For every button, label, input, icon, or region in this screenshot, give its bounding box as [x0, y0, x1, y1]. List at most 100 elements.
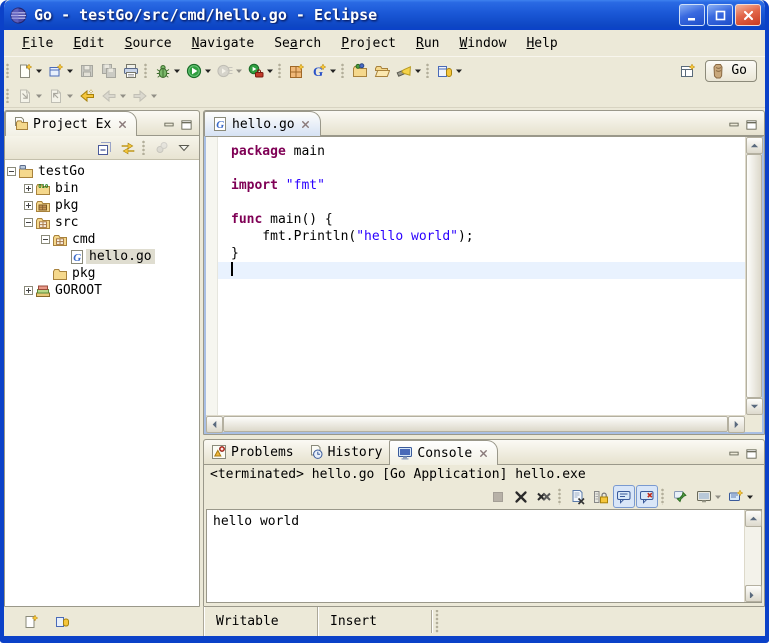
expander-minus-icon[interactable] — [22, 214, 35, 231]
minimize-view-button[interactable] — [161, 118, 176, 131]
minimize-button[interactable] — [679, 4, 705, 26]
trim-mark-button[interactable] — [52, 610, 74, 633]
link-editor-button[interactable] — [117, 136, 139, 159]
menu-file[interactable]: File — [12, 33, 63, 54]
stderr-button[interactable] — [636, 485, 658, 508]
menu-navigate[interactable]: Navigate — [182, 33, 265, 54]
back-button[interactable] — [98, 84, 129, 107]
forward-button[interactable] — [129, 84, 160, 107]
tab-hello-go[interactable]: G hello.go — [204, 111, 321, 136]
open-console-button[interactable] — [725, 485, 756, 508]
menu-edit[interactable]: Edit — [63, 33, 114, 54]
clear-console-button[interactable] — [567, 485, 589, 508]
scroll-down-icon[interactable] — [745, 585, 762, 602]
terminate-button[interactable] — [487, 485, 509, 508]
print-button[interactable] — [120, 59, 142, 82]
title-bar[interactable]: Go - testGo/src/cmd/hello.go - Eclipse — [4, 0, 765, 30]
display-console-button[interactable] — [693, 485, 724, 508]
scrollbar-thumb[interactable] — [746, 154, 762, 398]
console-output[interactable]: hello world — [207, 510, 744, 602]
open-plugin-button[interactable] — [349, 59, 371, 82]
close-button[interactable] — [735, 4, 761, 26]
scroll-up-icon[interactable] — [746, 137, 763, 154]
scroll-up-icon[interactable] — [745, 510, 762, 527]
mark-occurrences-button[interactable] — [434, 59, 465, 82]
tab-console[interactable]: Console — [389, 440, 498, 465]
menu-window[interactable]: Window — [449, 33, 516, 54]
tree-item-bin[interactable]: 010bin — [5, 180, 199, 197]
dropdown-arrow-icon[interactable] — [265, 63, 274, 79]
dropdown-arrow-icon[interactable] — [34, 88, 43, 104]
maximize-console-button[interactable] — [744, 447, 759, 460]
tree-item-src[interactable]: src — [5, 214, 199, 231]
go-wizard-button[interactable]: G — [308, 59, 339, 82]
expander-plus-icon[interactable] — [22, 197, 35, 214]
code-area[interactable]: package mainimport "fmt"func main() { fm… — [218, 137, 745, 415]
dropdown-arrow-icon[interactable] — [149, 88, 158, 104]
remove-all-button[interactable] — [533, 485, 555, 508]
minimize-console-button[interactable] — [726, 447, 741, 460]
maximize-button[interactable] — [707, 4, 733, 26]
menu-source[interactable]: Source — [115, 33, 182, 54]
dropdown-arrow-icon[interactable] — [413, 63, 422, 79]
new-file-button[interactable] — [14, 59, 45, 82]
scroll-right-icon[interactable] — [728, 416, 745, 433]
minimize-editor-button[interactable] — [726, 118, 741, 131]
close-editor-icon[interactable] — [299, 117, 313, 131]
remove-launch-button[interactable] — [510, 485, 532, 508]
stdout-button[interactable] — [613, 485, 635, 508]
dropdown-arrow-icon[interactable] — [34, 63, 43, 79]
tree-item-cmd[interactable]: cmd — [5, 231, 199, 248]
menu-project[interactable]: Project — [331, 33, 406, 54]
dropdown-arrow-icon[interactable] — [203, 63, 212, 79]
collapse-all-button[interactable] — [94, 136, 116, 159]
scrollbar-thumb[interactable] — [223, 416, 728, 432]
expander-minus-icon[interactable] — [5, 163, 18, 180]
expander-plus-icon[interactable] — [22, 180, 35, 197]
search-button[interactable] — [393, 59, 424, 82]
filters-button[interactable] — [151, 136, 173, 159]
expander-plus-icon[interactable] — [22, 282, 35, 299]
close-view-icon[interactable] — [115, 117, 129, 131]
dropdown-arrow-icon[interactable] — [172, 63, 181, 79]
run-history-button[interactable] — [214, 59, 245, 82]
expander-minus-icon[interactable] — [39, 231, 52, 248]
menu-run[interactable]: Run — [406, 33, 449, 54]
close-view-icon[interactable] — [476, 446, 490, 460]
debug-button[interactable] — [152, 59, 183, 82]
go-perspective-button[interactable]: Go — [705, 60, 757, 82]
maximize-view-button[interactable] — [179, 118, 194, 131]
external-tools-button[interactable] — [245, 59, 276, 82]
new-wizard-button[interactable] — [45, 59, 76, 82]
tab-problems[interactable]: Problems — [204, 440, 301, 464]
tab-history[interactable]: History — [301, 440, 390, 464]
menu-help[interactable]: Help — [516, 33, 567, 54]
save-all-button[interactable] — [98, 59, 120, 82]
next-annotation-button[interactable] — [14, 84, 45, 107]
dropdown-arrow-icon[interactable] — [745, 489, 754, 505]
menu-search[interactable]: Search — [264, 33, 331, 54]
dropdown-arrow-icon[interactable] — [328, 63, 337, 79]
tree-item-goroot[interactable]: GOROOT — [5, 282, 199, 299]
editor-vertical-scrollbar[interactable] — [745, 137, 762, 415]
scroll-down-icon[interactable] — [746, 398, 763, 415]
dropdown-arrow-icon[interactable] — [234, 63, 243, 79]
tree-item-hello-go[interactable]: Ghello.go — [5, 248, 199, 265]
new-go-app-button[interactable] — [286, 59, 308, 82]
save-button[interactable] — [76, 59, 98, 82]
run-button[interactable] — [183, 59, 214, 82]
tree-item-pkg[interactable]: pkg — [5, 197, 199, 214]
dropdown-arrow-icon[interactable] — [65, 63, 74, 79]
tree-item-pkg[interactable]: pkg — [5, 265, 199, 282]
console-vertical-scrollbar[interactable] — [744, 510, 761, 602]
view-menu-button[interactable] — [174, 136, 196, 159]
tree-item-testgo[interactable]: testGo — [5, 163, 199, 180]
maximize-editor-button[interactable] — [744, 118, 759, 131]
last-edit-button[interactable] — [76, 84, 98, 107]
dropdown-arrow-icon[interactable] — [65, 88, 74, 104]
tab-project-explorer[interactable]: Project Ex — [5, 111, 137, 136]
open-resource-button[interactable] — [371, 59, 393, 82]
scroll-lock-button[interactable] — [590, 485, 612, 508]
open-perspective-button[interactable] — [677, 59, 699, 82]
dropdown-arrow-icon[interactable] — [454, 63, 463, 79]
